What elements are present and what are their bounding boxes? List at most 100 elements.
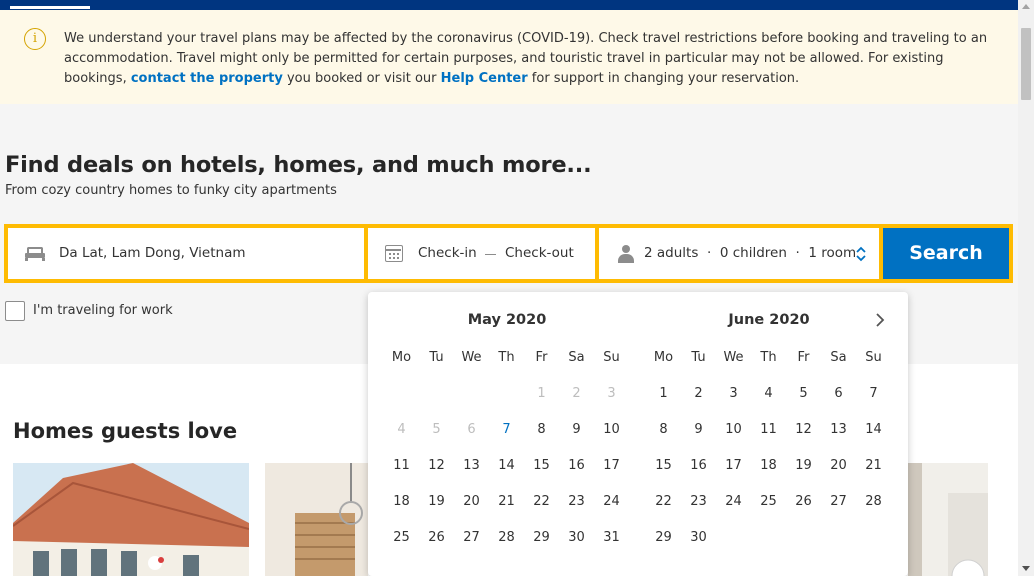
checkout-label[interactable]: Check-out — [505, 245, 574, 261]
calendar-day[interactable]: 15 — [524, 448, 559, 484]
guests-field[interactable]: 2 adults · 0 children · 1 room — [599, 228, 879, 279]
calendar-day[interactable]: 19 — [786, 448, 821, 484]
person-icon — [617, 245, 635, 263]
calendar-day[interactable]: 27 — [454, 520, 489, 556]
calendar-day[interactable]: 8 — [646, 412, 681, 448]
calendar-day[interactable]: 25 — [384, 520, 419, 556]
chevron-right-icon[interactable] — [872, 311, 888, 329]
page-title: Find deals on hotels, homes, and much mo… — [5, 152, 592, 178]
calendar-day[interactable]: 16 — [559, 448, 594, 484]
search-box: Da Lat, Lam Dong, Vietnam Check-in Check… — [4, 224, 1013, 283]
scrollbar[interactable] — [1018, 0, 1034, 576]
notice-text: We understand your travel plans may be a… — [64, 31, 988, 86]
dates-field[interactable]: Check-in Check-out — [368, 228, 595, 279]
calendar-day[interactable]: 29 — [524, 520, 559, 556]
active-tab-indicator — [10, 6, 90, 9]
calendar-day[interactable]: 21 — [856, 448, 891, 484]
search-button[interactable]: Search — [883, 228, 1009, 279]
calendar-day: 1 — [537, 386, 546, 401]
info-icon: i — [24, 28, 46, 50]
calendar-day[interactable]: 5 — [786, 376, 821, 412]
calendar-day[interactable]: 2 — [681, 376, 716, 412]
weekday-label: Th — [760, 350, 777, 365]
calendar-day[interactable]: 25 — [751, 484, 786, 520]
guests-summary: 2 adults · 0 children · 1 room — [644, 245, 857, 261]
calendar-day[interactable]: 7 — [489, 412, 524, 448]
calendar-day[interactable]: 7 — [856, 376, 891, 412]
calendar-day[interactable]: 30 — [681, 520, 716, 556]
calendar-day[interactable]: 14 — [489, 448, 524, 484]
weekday-label: We — [461, 350, 482, 365]
homes-section-title: Homes guests love — [13, 419, 238, 443]
calendar-day[interactable]: 24 — [716, 484, 751, 520]
calendar-day[interactable]: 17 — [594, 448, 629, 484]
calendar-day[interactable]: 15 — [646, 448, 681, 484]
weekday-label: Fr — [797, 350, 810, 365]
bed-icon — [25, 246, 45, 261]
month-title: June 2020 — [728, 312, 810, 328]
calendar-day[interactable]: 12 — [419, 448, 454, 484]
calendar-day[interactable]: 9 — [681, 412, 716, 448]
calendar-day[interactable]: 18 — [384, 484, 419, 520]
calendar-day[interactable]: 9 — [559, 412, 594, 448]
weekday-label: Mo — [653, 350, 674, 365]
calendar-day[interactable]: 1 — [646, 376, 681, 412]
calendar-day[interactable]: 8 — [524, 412, 559, 448]
destination-field[interactable]: Da Lat, Lam Dong, Vietnam — [8, 228, 364, 279]
calendar-day[interactable]: 23 — [681, 484, 716, 520]
calendar-day[interactable]: 28 — [489, 520, 524, 556]
covid-notice: i We understand your travel plans may be… — [0, 10, 1018, 104]
calendar-day[interactable]: 24 — [594, 484, 629, 520]
scroll-down-arrow[interactable] — [1022, 566, 1030, 571]
top-nav-bar — [0, 0, 1018, 10]
page-subtitle: From cozy country homes to funky city ap… — [5, 183, 337, 198]
calendar-day[interactable]: 17 — [716, 448, 751, 484]
home-card-image[interactable] — [908, 463, 1004, 576]
calendar-day[interactable]: 27 — [821, 484, 856, 520]
calendar-day[interactable]: 22 — [646, 484, 681, 520]
calendar-day[interactable]: 14 — [856, 412, 891, 448]
calendar-day[interactable]: 20 — [454, 484, 489, 520]
calendar-day[interactable]: 11 — [751, 412, 786, 448]
contact-property-link[interactable]: contact the property — [131, 71, 283, 86]
weekday-label: Th — [498, 350, 515, 365]
calendar-day[interactable]: 22 — [524, 484, 559, 520]
calendar-day: 4 — [397, 422, 406, 437]
calendar-day[interactable]: 29 — [646, 520, 681, 556]
calendar-day[interactable]: 11 — [384, 448, 419, 484]
calendar-day: 5 — [432, 422, 441, 437]
calendar-day[interactable]: 6 — [821, 376, 856, 412]
calendar-day[interactable]: 23 — [559, 484, 594, 520]
calendar-day[interactable]: 10 — [594, 412, 629, 448]
checkin-label[interactable]: Check-in — [418, 245, 477, 261]
weekday-label: Sa — [830, 350, 847, 365]
help-center-link[interactable]: Help Center — [441, 71, 528, 86]
calendar-day[interactable]: 30 — [559, 520, 594, 556]
calendar-day[interactable]: 4 — [751, 376, 786, 412]
weekday-label: Fr — [535, 350, 548, 365]
calendar-day[interactable]: 3 — [716, 376, 751, 412]
work-travel-checkbox[interactable] — [5, 301, 25, 321]
calendar-day[interactable]: 13 — [821, 412, 856, 448]
home-card-image[interactable] — [265, 463, 368, 576]
calendar-day[interactable]: 18 — [751, 448, 786, 484]
calendar-day[interactable]: 19 — [419, 484, 454, 520]
scroll-thumb[interactable] — [1021, 28, 1031, 100]
calendar-day[interactable]: 20 — [821, 448, 856, 484]
calendar-day[interactable]: 10 — [716, 412, 751, 448]
weekday-label: Sa — [568, 350, 585, 365]
calendar-day[interactable]: 12 — [786, 412, 821, 448]
calendar-day[interactable]: 26 — [419, 520, 454, 556]
calendar-day[interactable]: 21 — [489, 484, 524, 520]
home-card-image[interactable] — [13, 463, 249, 576]
date-picker: May 2020 Mo Tu We Th Fr Sa Su 1 2 3 4 5 6 7 8 9 10 11 12 13… — [368, 292, 908, 576]
calendar-day[interactable]: 16 — [681, 448, 716, 484]
scroll-up-arrow[interactable] — [1022, 4, 1030, 9]
calendar-day[interactable]: 13 — [454, 448, 489, 484]
work-travel-label[interactable]: I'm traveling for work — [33, 303, 173, 318]
calendar-day[interactable]: 31 — [594, 520, 629, 556]
chevron-up-down-icon[interactable] — [855, 246, 867, 262]
month-title: May 2020 — [467, 312, 547, 328]
calendar-day[interactable]: 28 — [856, 484, 891, 520]
calendar-day[interactable]: 26 — [786, 484, 821, 520]
